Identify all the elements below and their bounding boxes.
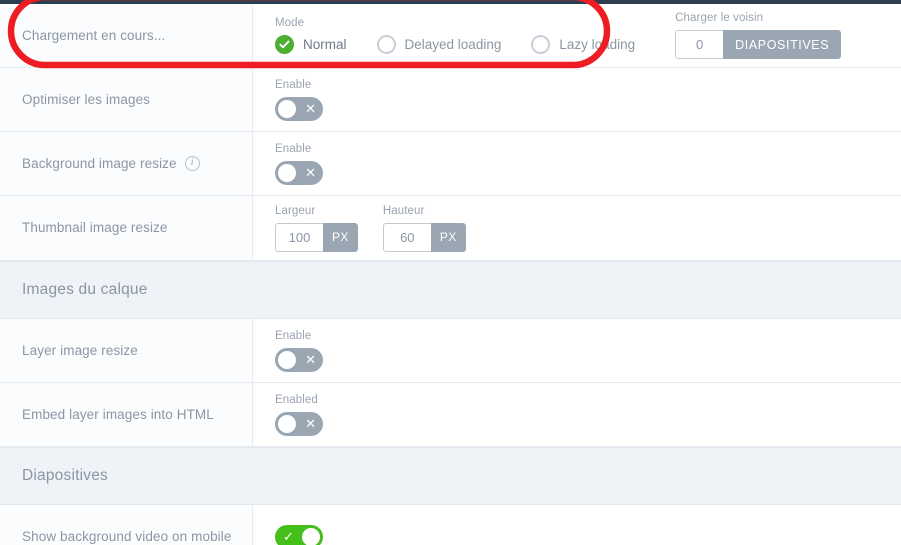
background-image-resize-field: Enable ✕ bbox=[275, 143, 323, 185]
row-loading-label: Chargement en cours... bbox=[22, 27, 166, 43]
layer-image-resize-caption: Enable bbox=[275, 329, 312, 342]
check-circle-icon bbox=[275, 35, 294, 54]
layer-image-resize-toggle[interactable]: ✕ bbox=[275, 347, 323, 372]
neighbor-number-field[interactable]: DIAPOSITIVES bbox=[675, 30, 842, 59]
row-optimize-images-label-cell: Optimiser les images bbox=[0, 68, 253, 131]
optimize-images-field: Enable ✕ bbox=[275, 79, 323, 121]
neighbor-field: Charger le voisin DIAPOSITIVES bbox=[675, 12, 842, 59]
radio-empty-icon bbox=[376, 35, 396, 54]
row-optimize-images-controls: Enable ✕ bbox=[253, 68, 901, 131]
row-embed-layer-images-label: Embed layer images into HTML bbox=[22, 406, 214, 422]
thumbnail-width-input[interactable] bbox=[275, 222, 323, 252]
thumbnail-width-unit-label: PX bbox=[323, 222, 358, 252]
row-show-background-video-label: Show background video on mobile bbox=[22, 528, 232, 544]
row-layer-image-resize-label-cell: Layer image resize bbox=[0, 319, 253, 382]
thumbnail-height-input[interactable] bbox=[382, 222, 431, 252]
toggle-knob bbox=[278, 414, 296, 433]
optimize-images-toggle[interactable]: ✕ bbox=[275, 96, 323, 121]
row-embed-layer-images-controls: Enabled ✕ bbox=[253, 383, 901, 446]
toggle-knob bbox=[278, 163, 296, 182]
show-background-video-toggle[interactable]: ✓ bbox=[275, 524, 323, 545]
background-image-resize-caption: Enable bbox=[275, 142, 312, 155]
thumbnail-height-caption: Hauteur bbox=[382, 204, 425, 217]
cross-icon: ✕ bbox=[305, 165, 316, 180]
toggle-knob bbox=[302, 527, 320, 545]
row-thumbnail-image-resize-label: Thumbnail image resize bbox=[22, 220, 168, 236]
info-icon[interactable]: i bbox=[184, 155, 200, 171]
neighbor-caption: Charger le voisin bbox=[675, 12, 764, 24]
embed-layer-images-caption: Enabled bbox=[275, 393, 318, 406]
row-show-background-video-controls: ✓ bbox=[253, 505, 901, 545]
section-header-layer-images-title: Images du calque bbox=[22, 281, 148, 298]
show-background-video-field: ✓ bbox=[275, 524, 323, 545]
radio-empty-icon bbox=[531, 35, 551, 54]
row-optimize-images: Optimiser les images Enable ✕ bbox=[0, 68, 901, 132]
section-header-slides-title: Diapositives bbox=[22, 467, 108, 484]
row-layer-image-resize-controls: Enable ✕ bbox=[253, 319, 901, 382]
radio-mode-delayed-loading-label: Delayed loading bbox=[404, 37, 502, 52]
thumbnail-height-field: Hauteur PX bbox=[382, 204, 466, 252]
thumbnail-width-field: Largeur PX bbox=[275, 205, 358, 252]
row-thumbnail-image-resize-label-cell: Thumbnail image resize bbox=[0, 196, 253, 260]
radio-mode-normal-label: Normal bbox=[303, 37, 347, 52]
row-background-image-resize-label-cell: Background image resize i bbox=[0, 132, 253, 195]
row-thumbnail-image-resize-controls: Largeur PX Hauteur PX bbox=[253, 196, 901, 260]
settings-panel: Chargement en cours... Mode Normal Delay… bbox=[0, 0, 901, 545]
neighbor-unit-label: DIAPOSITIVES bbox=[723, 30, 842, 59]
neighbor-input[interactable] bbox=[675, 30, 724, 59]
radio-mode-normal[interactable]: Normal bbox=[275, 35, 347, 54]
row-optimize-images-label: Optimiser les images bbox=[22, 91, 151, 107]
section-header-slides: Diapositives bbox=[0, 447, 901, 505]
settings-sheet: Chargement en cours... Mode Normal Delay… bbox=[0, 0, 901, 545]
row-background-image-resize-controls: Enable ✕ bbox=[253, 132, 901, 195]
row-embed-layer-images-label-cell: Embed layer images into HTML bbox=[0, 383, 253, 446]
thumbnail-height-number-field[interactable]: PX bbox=[382, 222, 466, 252]
toggle-knob bbox=[278, 350, 296, 369]
cross-icon: ✕ bbox=[305, 352, 316, 367]
embed-layer-images-toggle[interactable]: ✕ bbox=[275, 411, 323, 436]
row-background-image-resize-label: Background image resize bbox=[22, 155, 177, 171]
check-icon: ✓ bbox=[283, 529, 294, 544]
layer-image-resize-field: Enable ✕ bbox=[275, 330, 323, 372]
thumbnail-width-caption: Largeur bbox=[275, 204, 316, 217]
row-loading: Chargement en cours... Mode Normal Delay… bbox=[0, 0, 901, 69]
row-layer-image-resize: Layer image resize Enable ✕ bbox=[0, 319, 901, 383]
cross-icon: ✕ bbox=[305, 101, 316, 116]
radio-mode-delayed-loading[interactable]: Delayed loading bbox=[376, 35, 502, 54]
row-background-image-resize: Background image resize i Enable ✕ bbox=[0, 132, 901, 196]
cross-icon: ✕ bbox=[305, 416, 316, 431]
background-image-resize-toggle[interactable]: ✕ bbox=[275, 160, 323, 185]
row-thumbnail-image-resize: Thumbnail image resize Largeur PX Hauteu… bbox=[0, 196, 901, 261]
row-show-background-video-label-cell: Show background video on mobile bbox=[0, 505, 253, 545]
row-layer-image-resize-label: Layer image resize bbox=[22, 342, 138, 358]
thumbnail-width-number-field[interactable]: PX bbox=[275, 222, 358, 252]
embed-layer-images-field: Enabled ✕ bbox=[275, 394, 323, 436]
section-header-layer-images: Images du calque bbox=[0, 261, 901, 319]
toggle-knob bbox=[278, 99, 296, 118]
thumbnail-height-unit-label: PX bbox=[430, 222, 466, 252]
mode-caption: Mode bbox=[275, 17, 305, 29]
radio-mode-lazy-loading-label: Lazy loading bbox=[559, 37, 636, 52]
optimize-images-caption: Enable bbox=[275, 78, 312, 91]
radio-mode-lazy-loading[interactable]: Lazy loading bbox=[531, 35, 635, 54]
mode-field: Mode Normal Delayed loading Lazy loading bbox=[275, 17, 635, 54]
row-show-background-video: Show background video on mobile ✓ bbox=[0, 505, 901, 545]
row-loading-controls: Mode Normal Delayed loading Lazy loading… bbox=[253, 4, 901, 67]
row-loading-label-cell: Chargement en cours... bbox=[0, 4, 253, 67]
row-embed-layer-images: Embed layer images into HTML Enabled ✕ bbox=[0, 383, 901, 447]
mode-radio-group[interactable]: Normal Delayed loading Lazy loading bbox=[275, 35, 635, 54]
